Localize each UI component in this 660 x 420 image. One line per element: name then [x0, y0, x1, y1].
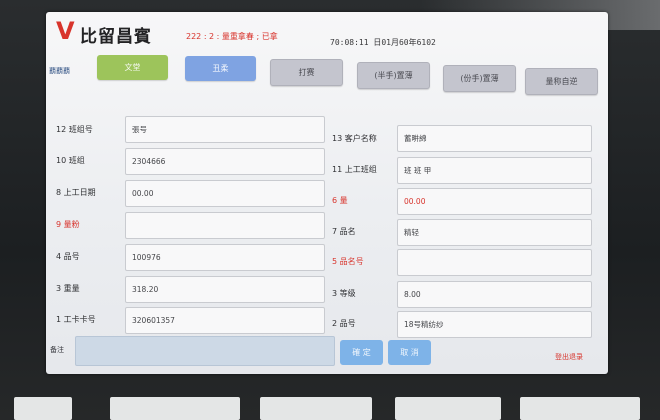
field-label: 3 重量: [56, 284, 80, 293]
field-label: 12 班组号: [56, 125, 93, 134]
keyboard-strip: [260, 397, 372, 420]
cancel-button[interactable]: 取 消: [388, 340, 431, 365]
field-input[interactable]: 張号: [125, 116, 325, 143]
toolbar-button-5[interactable]: (份手)置薄: [443, 65, 516, 92]
field-label: 2 品号: [332, 319, 356, 328]
logout-link[interactable]: 登出退录: [555, 352, 583, 362]
field-input[interactable]: 8.00: [397, 281, 592, 308]
toolbar-button-6[interactable]: 量称自逆: [525, 68, 598, 95]
field-label: 4 品号: [56, 252, 80, 261]
keyboard-strip: [14, 397, 72, 420]
field-input[interactable]: 蓄畊綿: [397, 125, 592, 152]
weight-status-text: 222 : 2 : 量重拿春 ; 已拿: [186, 32, 278, 41]
field-label: 3 等级: [332, 289, 356, 298]
field-label: 9 量粉: [56, 220, 80, 229]
field-input[interactable]: 班 班 甲: [397, 157, 592, 184]
field-label: 8 上工日期: [56, 188, 96, 197]
toolbar-button-4[interactable]: (半手)置薄: [357, 62, 430, 89]
field-label: 6 量: [332, 196, 348, 205]
field-label: 10 班组: [56, 156, 85, 165]
keyboard-strip: [520, 397, 640, 420]
field-input[interactable]: 318.20: [125, 276, 325, 303]
confirm-button[interactable]: 確 定: [340, 340, 383, 365]
field-input[interactable]: 18号精纺纱: [397, 311, 592, 338]
remark-label: 备注: [50, 346, 64, 354]
datetime-display: 70:08:11 日01月60年6102: [330, 38, 436, 47]
field-input[interactable]: [125, 212, 325, 239]
field-label: 13 客户名称: [332, 134, 377, 143]
toolbar-side-label[interactable]: 覇覇覇: [49, 66, 70, 76]
field-input[interactable]: 320601357: [125, 307, 325, 334]
remark-input[interactable]: [75, 336, 335, 366]
field-label: 7 品名: [332, 227, 356, 236]
photo-frame: V 比留昌賓 222 : 2 : 量重拿春 ; 已拿 70:08:11 日01月…: [0, 0, 660, 420]
field-input[interactable]: 00.00: [125, 180, 325, 207]
field-input[interactable]: 00.00: [397, 188, 592, 215]
app-title: 比留昌賓: [80, 27, 152, 47]
toolbar-button-1[interactable]: 文堂: [97, 55, 168, 80]
toolbar-button-3[interactable]: 打赛: [270, 59, 343, 86]
app-logo-icon: V: [56, 17, 75, 45]
field-input[interactable]: 2304666: [125, 148, 325, 175]
field-input[interactable]: 100976: [125, 244, 325, 271]
toolbar-button-2[interactable]: 丑柔: [185, 56, 256, 81]
field-input[interactable]: 精轻: [397, 219, 592, 246]
keyboard-strip: [110, 397, 240, 420]
field-input[interactable]: [397, 249, 592, 276]
field-label: 1 工卡卡号: [56, 315, 96, 324]
keyboard-strip: [395, 397, 501, 420]
field-label: 11 上工班组: [332, 165, 377, 174]
field-label: 5 品名号: [332, 257, 364, 266]
